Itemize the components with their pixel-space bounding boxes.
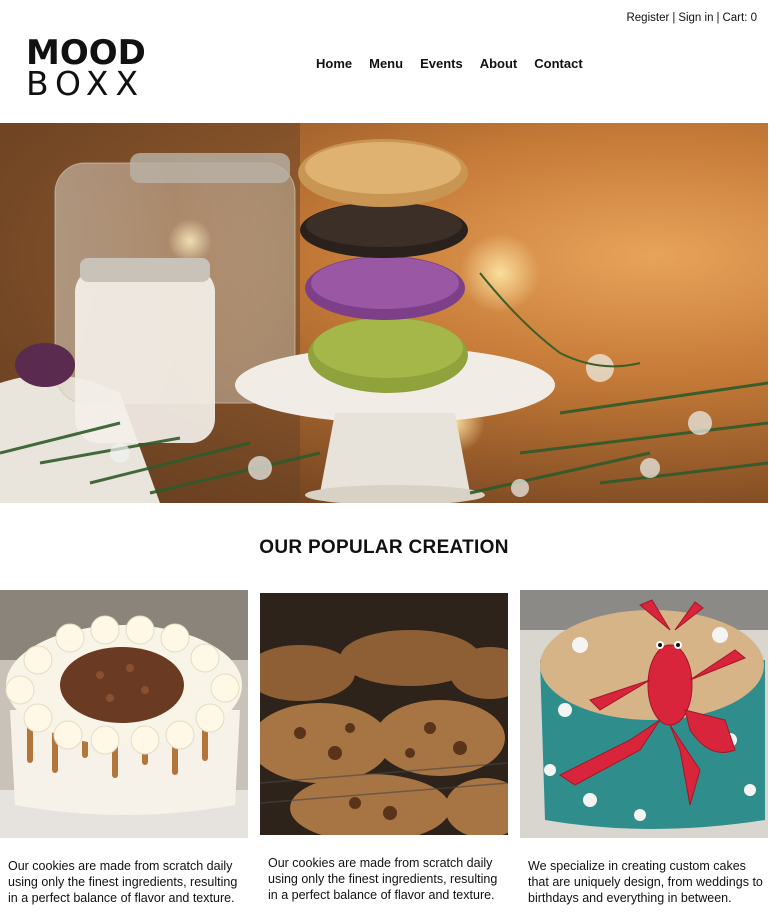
card-description: We specialize in creating custom cakes t… bbox=[528, 859, 763, 905]
card-description: Our cookies are made from scratch daily … bbox=[268, 856, 498, 902]
logo-line-2: BOXX bbox=[26, 64, 146, 103]
nav-menu[interactable]: Menu bbox=[369, 56, 403, 71]
nav-events[interactable]: Events bbox=[420, 56, 463, 71]
nav-home[interactable]: Home bbox=[316, 56, 352, 71]
hero-image bbox=[0, 123, 768, 503]
section-title: OUR POPULAR CREATION bbox=[259, 537, 509, 558]
creation-card: Our cookies are made from scratch daily … bbox=[260, 589, 508, 909]
cart-link[interactable]: Cart: 0 bbox=[722, 12, 757, 24]
creation-card: We specialize in creating custom cakes t… bbox=[520, 589, 768, 909]
sign-in-link[interactable]: Sign in bbox=[678, 12, 713, 24]
account-bar: Register | Sign in | Cart: 0 bbox=[626, 12, 757, 24]
lobster-cake-photo-icon[interactable] bbox=[520, 590, 768, 838]
nav-contact[interactable]: Contact bbox=[534, 56, 582, 71]
creation-card: Our cookies are made from scratch daily … bbox=[0, 589, 248, 909]
carrot-cake-photo-icon[interactable] bbox=[0, 590, 248, 838]
register-link[interactable]: Register bbox=[626, 12, 669, 24]
stacked-cookies-icon bbox=[0, 123, 768, 503]
page: Register | Sign in | Cart: 0 MOOD BOXX Home … bbox=[0, 0, 769, 914]
card-description: Our cookies are made from scratch daily … bbox=[8, 859, 238, 905]
main-nav: Home Menu Events About Contact bbox=[316, 56, 600, 71]
separator: | bbox=[672, 12, 676, 24]
nav-about[interactable]: About bbox=[480, 56, 518, 71]
cookies-photo-icon[interactable] bbox=[260, 593, 508, 835]
logo[interactable]: MOOD BOXX bbox=[26, 36, 146, 100]
